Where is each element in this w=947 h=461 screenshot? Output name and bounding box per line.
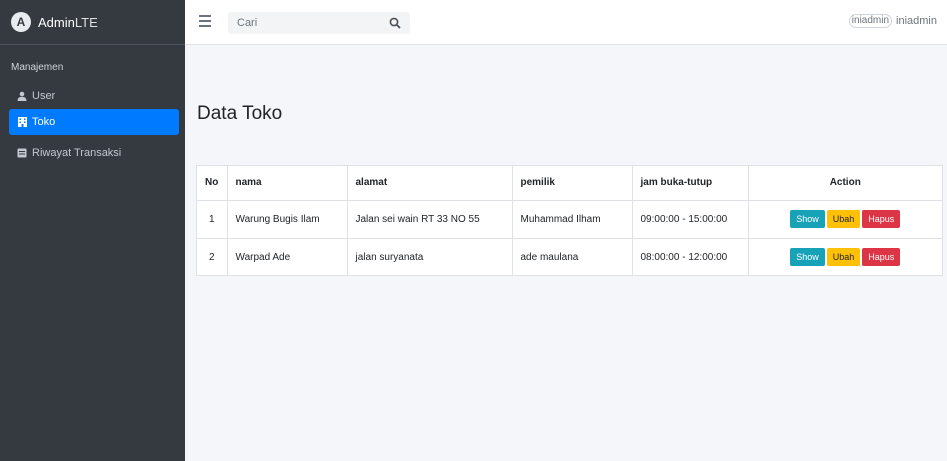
show-button[interactable]: Show xyxy=(790,210,825,228)
cell-nama: Warpad Ade xyxy=(227,238,348,276)
ubah-button[interactable]: Ubah xyxy=(826,210,861,228)
cell-nama: Warung Bugis Ilam xyxy=(227,200,348,239)
top-navbar: iniadmin iniadmin xyxy=(185,0,947,45)
cell-jam-buka-tutup: 08:00:00 - 12:00:00 xyxy=(632,238,749,276)
show-button[interactable]: Show xyxy=(790,248,825,267)
table-row: 1 Warung Bugis Ilam Jalan sei wain RT 33… xyxy=(197,200,942,239)
sidebar-item-label: User xyxy=(32,90,56,102)
brand-link[interactable]: A AdminLTE xyxy=(0,0,185,45)
sidebar: A AdminLTE Manajemen User Toko Riwayat T… xyxy=(0,0,185,461)
user-menu[interactable]: iniadmin iniadmin xyxy=(848,14,937,28)
table-row: 2 Warpad Ade jalan suryanata ade maulana… xyxy=(197,238,942,276)
column-header-pemilik: pemilik xyxy=(512,166,633,201)
toko-table: No nama alamat pemilik jam buka-tutup Ac… xyxy=(197,166,942,276)
table-header-row: No nama alamat pemilik jam buka-tutup Ac… xyxy=(197,166,942,201)
sidebar-item-riwayat-transaksi[interactable]: Riwayat Transaksi xyxy=(9,140,179,166)
data-table-card: No nama alamat pemilik jam buka-tutup Ac… xyxy=(196,165,943,276)
cell-no: 2 xyxy=(197,238,228,276)
sidebar-item-user[interactable]: User xyxy=(9,83,179,109)
sidebar-item-label: Toko xyxy=(32,116,56,128)
cell-alamat: Jalan sei wain RT 33 NO 55 xyxy=(347,200,513,239)
cell-action: Show Ubah Hapus xyxy=(748,238,942,276)
sidebar-item-label: Riwayat Transaksi xyxy=(32,147,122,159)
user-name: iniadmin xyxy=(896,15,937,27)
cell-jam-buka-tutup: 09:00:00 - 15:00:00 xyxy=(632,200,749,239)
hamburger-menu-icon[interactable] xyxy=(199,15,211,27)
hapus-button[interactable]: Hapus xyxy=(862,248,901,267)
nav-header-manajemen: Manajemen xyxy=(11,62,64,73)
ubah-button[interactable]: Ubah xyxy=(826,248,861,267)
column-header-action: Action xyxy=(748,166,942,201)
search-form xyxy=(228,12,410,34)
column-header-no: No xyxy=(197,166,228,201)
brand-logo: A xyxy=(11,12,31,32)
search-icon[interactable] xyxy=(389,16,403,30)
book-icon xyxy=(17,148,27,158)
column-header-nama: nama xyxy=(227,166,348,201)
page-title: Data Toko xyxy=(197,103,283,124)
hapus-button[interactable]: Hapus xyxy=(862,210,901,228)
cell-action: Show Ubah Hapus xyxy=(748,200,942,239)
cell-no: 1 xyxy=(197,200,228,239)
cell-alamat: jalan suryanata xyxy=(347,238,513,276)
column-header-jam-buka-tutup: jam buka-tutup xyxy=(632,166,749,201)
search-input[interactable] xyxy=(228,17,378,29)
cell-pemilik: Muhammad Ilham xyxy=(512,200,633,239)
sidebar-item-toko[interactable]: Toko xyxy=(9,109,179,135)
user-avatar: iniadmin xyxy=(848,14,893,28)
building-icon xyxy=(17,117,27,127)
cell-pemilik: ade maulana xyxy=(512,238,633,276)
brand-text: AdminLTE xyxy=(38,14,98,30)
user-icon xyxy=(17,91,27,101)
column-header-alamat: alamat xyxy=(347,166,513,201)
